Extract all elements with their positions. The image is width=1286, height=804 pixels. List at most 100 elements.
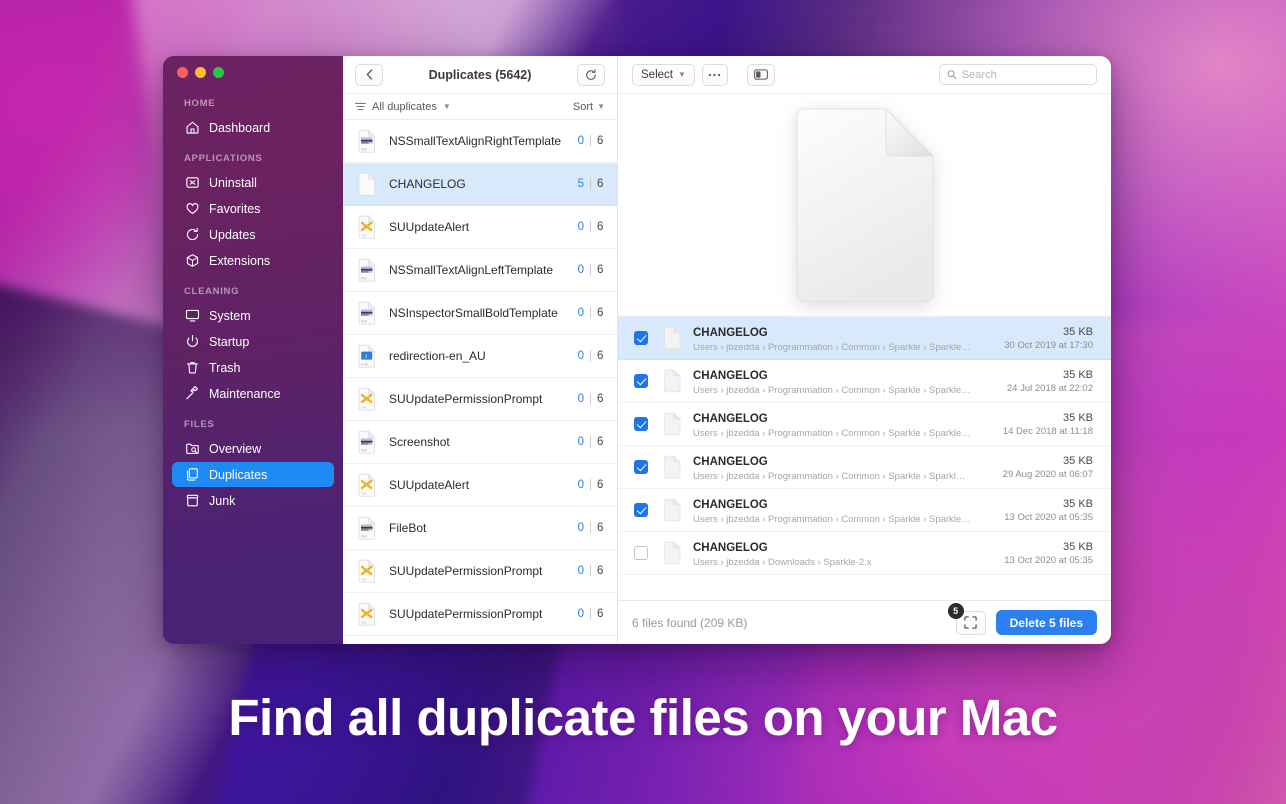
refresh-button[interactable] — [577, 64, 605, 86]
search-field[interactable] — [939, 64, 1097, 85]
svg-text:XIB: XIB — [361, 405, 366, 409]
total-count: 6 — [597, 178, 604, 190]
search-input[interactable] — [962, 69, 1089, 81]
file-name: SUUpdateAlert — [389, 220, 577, 234]
file-list-row[interactable]: PDFNSSmallTextAlignLeftTemplate0|6 — [343, 249, 617, 292]
duplicate-row[interactable]: CHANGELOGUsers › jbzedda › Programmation… — [618, 317, 1111, 360]
sidebar-item-duplicates[interactable]: Duplicates — [172, 462, 334, 487]
duplicate-row[interactable]: CHANGELOGUsers › jbzedda › Programmation… — [618, 489, 1111, 532]
file-list-row[interactable]: XIBSUUpdatePermissionPrompt0|6 — [343, 378, 617, 421]
file-name: SUUpdatePermissionPrompt — [389, 607, 577, 621]
refresh-icon — [585, 69, 597, 81]
sidebar-item-trash[interactable]: Trash — [172, 355, 334, 380]
total-count: 6 — [597, 135, 604, 147]
file-list-row[interactable]: PDFNSInspectorSmallBoldTemplate0|6 — [343, 292, 617, 335]
duplicate-size: 35 KB — [1007, 368, 1093, 382]
sidebar-item-junk[interactable]: Junk — [172, 488, 334, 513]
minimize-button[interactable] — [195, 67, 206, 78]
xib-icon: XIB — [357, 559, 377, 584]
sidebar-item-system[interactable]: System — [172, 303, 334, 328]
selected-count: 0 — [577, 479, 584, 491]
file-name: NSSmallTextAlignLeftTemplate — [389, 263, 577, 277]
duplicate-row[interactable]: CHANGELOGUsers › jbzedda › Programmation… — [618, 446, 1111, 489]
sidebar-item-favorites[interactable]: Favorites — [172, 196, 334, 221]
count-divider: | — [589, 135, 592, 147]
file-list-row[interactable]: PDFScreenshot0|6 — [343, 421, 617, 464]
duplicate-checkbox[interactable] — [634, 460, 648, 474]
filter-dropdown[interactable]: All duplicates ▼ — [355, 101, 451, 113]
heart-icon — [185, 201, 200, 216]
duplicate-name: CHANGELOG — [693, 542, 768, 554]
expand-icon — [964, 616, 977, 629]
duplicate-row[interactable]: CHANGELOGUsers › jbzedda › Programmation… — [618, 403, 1111, 446]
sidebar-item-dashboard[interactable]: Dashboard — [172, 115, 334, 140]
hammer-icon — [184, 386, 200, 402]
panel-toggle-button[interactable] — [747, 64, 775, 86]
sidebar-item-updates[interactable]: Updates — [172, 222, 334, 247]
duplicate-row[interactable]: CHANGELOGUsers › jbzedda › Programmation… — [618, 360, 1111, 403]
power-icon — [185, 334, 200, 349]
file-list-row[interactable]: XIBSUUpdateAlert0|6 — [343, 464, 617, 507]
duplicate-meta: 35 KB30 Oct 2019 at 17:30 — [1004, 325, 1093, 352]
sort-dropdown[interactable]: Sort ▼ — [573, 101, 605, 113]
duplicate-checkbox[interactable] — [634, 503, 648, 517]
delete-files-button[interactable]: Delete 5 files — [996, 610, 1097, 635]
sidebar-item-maintenance[interactable]: Maintenance — [172, 381, 334, 406]
file-list-row[interactable]: CHANGELOG5|6 — [343, 163, 617, 206]
sidebar-item-label: Duplicates — [209, 468, 267, 482]
count-divider: | — [589, 307, 592, 319]
duplicate-date: 13 Oct 2020 at 05:35 — [1004, 554, 1093, 567]
zoom-button[interactable] — [213, 67, 224, 78]
duplicate-checkbox[interactable] — [634, 546, 648, 560]
duplicate-name: CHANGELOG — [693, 499, 768, 511]
back-button[interactable] — [355, 64, 383, 86]
selected-count: 0 — [577, 135, 584, 147]
sidebar-item-uninstall[interactable]: Uninstall — [172, 170, 334, 195]
more-options-button[interactable] — [702, 64, 728, 86]
file-list-row[interactable]: XIBSUUpdateAlert0|6 — [343, 206, 617, 249]
file-list-row[interactable]: XIBSUUpdatePermissionPrompt0|6 — [343, 593, 617, 636]
files-found-status: 6 files found (209 KB) — [632, 616, 747, 630]
ellipsis-icon — [708, 73, 721, 77]
sidebar-item-label: Junk — [209, 494, 235, 508]
selected-count: 0 — [577, 565, 584, 577]
duplicate-text: CHANGELOGUsers › jbzedda › Downloads › S… — [693, 538, 994, 569]
chevron-down-icon: ▼ — [678, 70, 686, 79]
selection-count-badge: 5 — [948, 603, 964, 619]
detail-column: Select ▼ — [618, 56, 1111, 644]
duplicate-icon — [185, 467, 200, 482]
power-icon — [184, 334, 200, 350]
folder-search-icon — [185, 441, 200, 456]
filter-bar: All duplicates ▼ Sort ▼ — [343, 94, 617, 120]
chevron-left-icon — [366, 69, 373, 80]
file-list-row[interactable]: XIBSUUpdatePermissionPrompt0|6 — [343, 550, 617, 593]
file-list-row[interactable]: iHTMLredirection-en_AU0|6 — [343, 335, 617, 378]
pdf-preview-icon: PDF — [357, 129, 377, 154]
file-list-row[interactable]: PDFFileBot0|6 — [343, 507, 617, 550]
junk-bin-icon — [185, 493, 200, 508]
count-divider: | — [589, 350, 592, 362]
duplicate-checkbox[interactable] — [634, 417, 648, 431]
duplicate-row[interactable]: CHANGELOGUsers › jbzedda › Downloads › S… — [618, 532, 1111, 575]
file-type-icon — [662, 326, 682, 350]
file-name: FileBot — [389, 521, 577, 535]
file-type-icon — [662, 541, 682, 565]
file-list[interactable]: PDFNSSmallTextAlignRightTemplate0|6CHANG… — [343, 120, 617, 644]
sidebar-item-extensions[interactable]: Extensions — [172, 248, 334, 273]
select-dropdown-button[interactable]: Select ▼ — [632, 64, 695, 86]
total-count: 6 — [597, 393, 604, 405]
selected-count: 0 — [577, 264, 584, 276]
duplicate-checkbox[interactable] — [634, 331, 648, 345]
duplicate-counts: 0|6 — [577, 479, 604, 491]
duplicate-checkbox[interactable] — [634, 374, 648, 388]
sidebar-item-startup[interactable]: Startup — [172, 329, 334, 354]
file-list-row[interactable]: PDFNSSmallTextAlignRightTemplate0|6 — [343, 120, 617, 163]
blank-doc-icon — [663, 369, 682, 393]
sidebar-item-overview[interactable]: Overview — [172, 436, 334, 461]
file-type-icon: XIB — [356, 215, 378, 240]
close-button[interactable] — [177, 67, 188, 78]
select-label: Select — [641, 69, 673, 81]
expand-preview-button[interactable]: 5 — [956, 611, 986, 635]
duplicate-files-list[interactable]: CHANGELOGUsers › jbzedda › Programmation… — [618, 316, 1111, 600]
count-divider: | — [589, 264, 592, 276]
